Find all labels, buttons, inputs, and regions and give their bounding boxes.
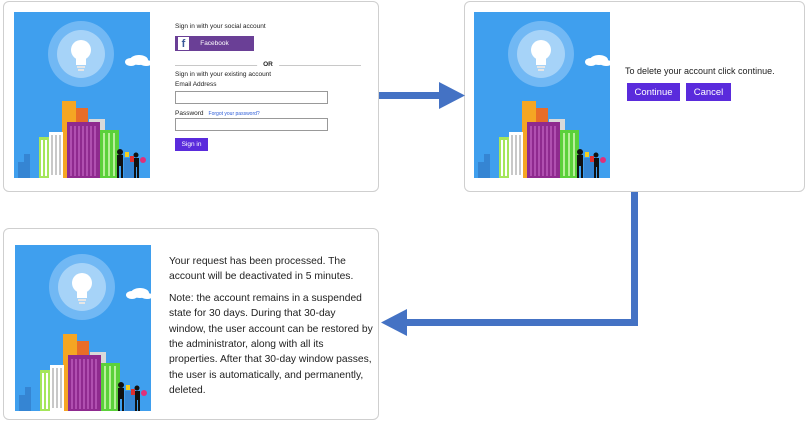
arrow-right-icon	[379, 82, 465, 109]
flow-arrows	[379, 82, 638, 336]
arrow-down-left-icon	[381, 192, 638, 336]
